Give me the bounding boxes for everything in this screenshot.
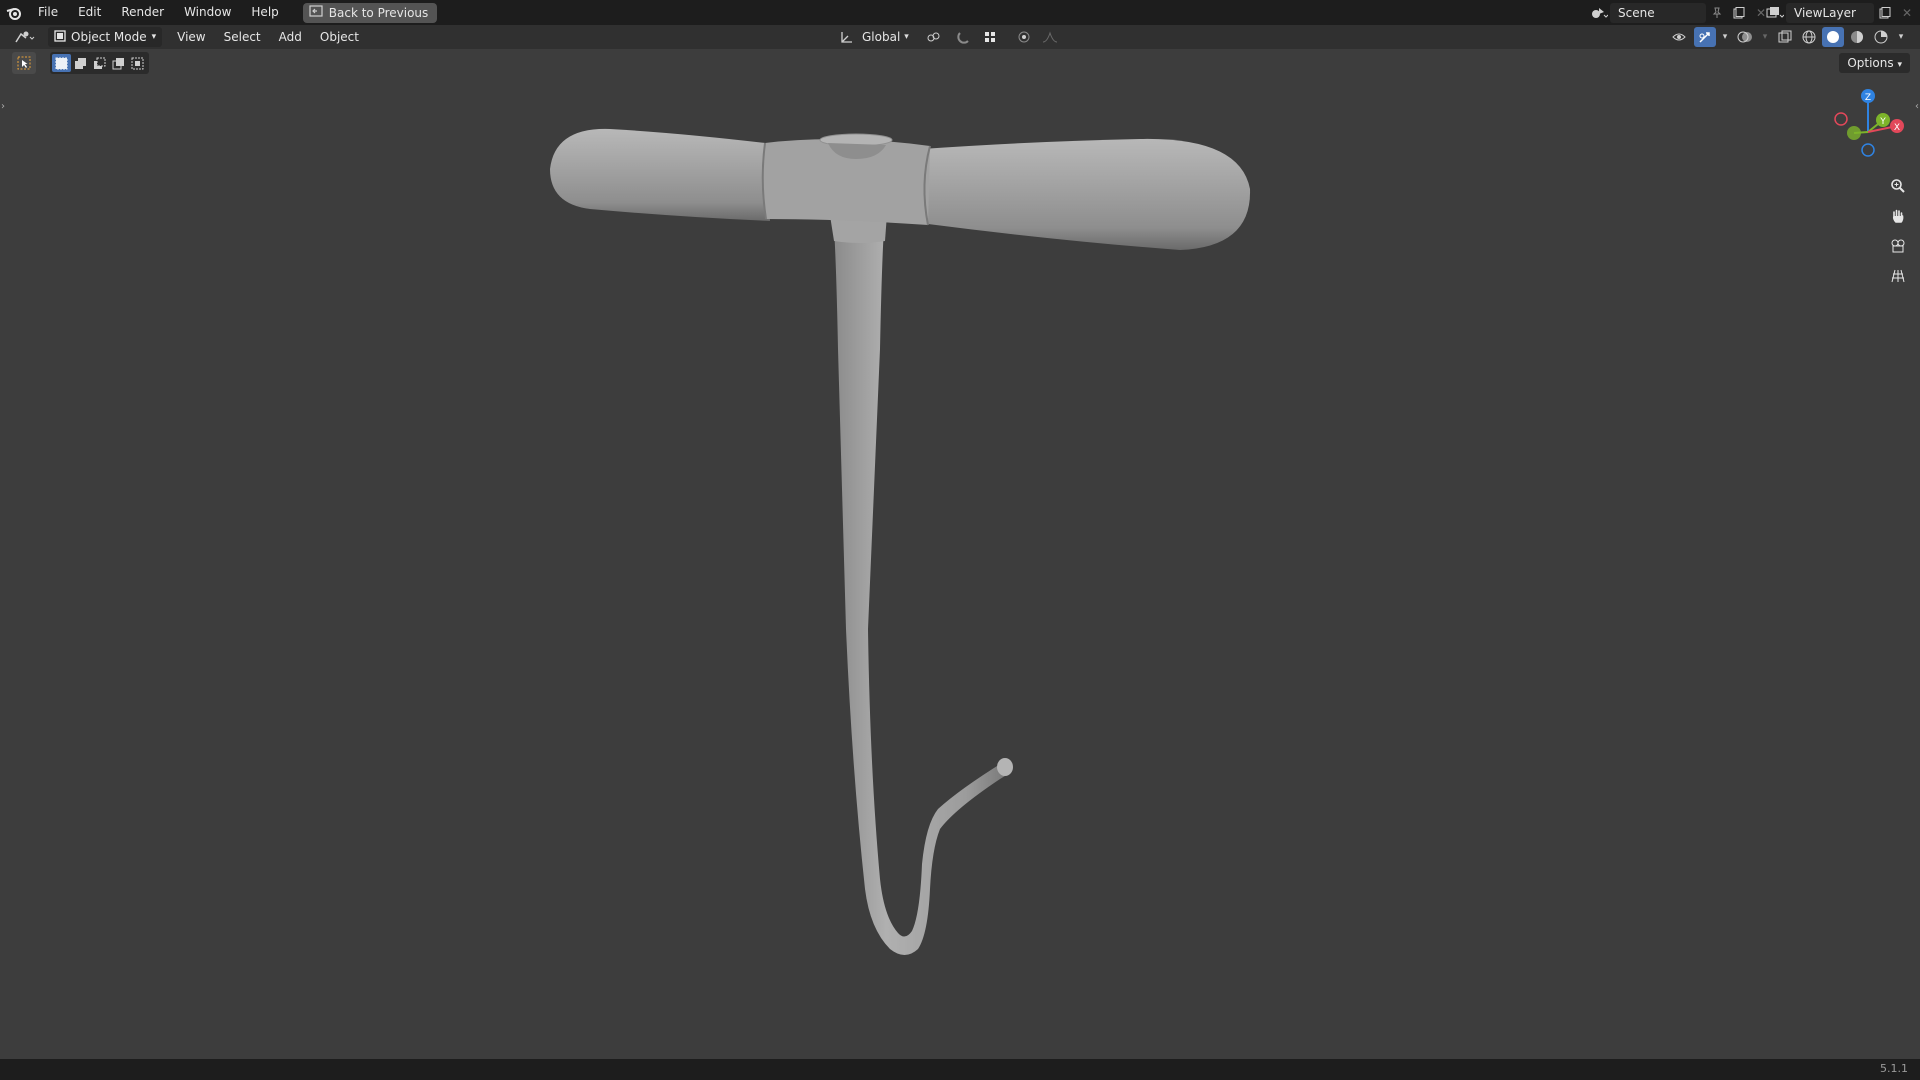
viewport-display-tools: ▾ ▾ ▾	[1670, 27, 1908, 47]
object-mode-icon	[54, 29, 66, 45]
scene-name-field[interactable]: Scene	[1610, 2, 1706, 23]
view-layer-name-field[interactable]: ViewLayer	[1786, 2, 1874, 23]
visibility-icon[interactable]	[1670, 27, 1692, 47]
navigation-gizmo[interactable]: Z Y X	[1826, 84, 1906, 174]
snap-toggle-icon[interactable]	[953, 27, 975, 47]
xray-icon[interactable]	[1774, 27, 1796, 47]
select-extend-icon[interactable]	[71, 54, 90, 72]
menu-render[interactable]: Render	[111, 0, 174, 25]
pivot-point-icon[interactable]	[923, 27, 945, 47]
back-button-label: Back to Previous	[328, 5, 429, 20]
menu-window[interactable]: Window	[174, 0, 241, 25]
sidebar-expand-icon[interactable]: ‹	[1915, 101, 1919, 112]
gizmo-toggle-icon[interactable]	[1694, 27, 1716, 47]
chevron-down-icon[interactable]: ▾	[1894, 27, 1908, 47]
view-layer-icon[interactable]	[1764, 3, 1786, 23]
menu-view[interactable]: View	[168, 25, 214, 49]
gizmo-z-label: Z	[1865, 93, 1871, 103]
hand-pan-icon[interactable]	[1886, 204, 1910, 228]
chevron-down-icon: ▾	[904, 32, 909, 42]
select-new-icon[interactable]	[52, 54, 71, 72]
snap-target-icon[interactable]	[979, 27, 1001, 47]
toolbar-expand-icon[interactable]: ›	[1, 101, 5, 112]
view-layer-selector: ViewLayer ✕	[1764, 2, 1918, 23]
top-bar: File Edit Render Window Help Back to Pre…	[0, 0, 1920, 25]
falloff-curve-icon[interactable]	[1039, 27, 1061, 47]
viewport-canvas	[550, 128, 1251, 955]
transform-orientation-dropdown[interactable]: Global	[862, 30, 900, 44]
object-mode-label: Object Mode	[71, 30, 147, 44]
object-mode-dropdown[interactable]: Object Mode ▾	[48, 27, 163, 47]
tool-3d-model[interactable]	[550, 128, 1251, 955]
grid-ortho-icon[interactable]	[1886, 264, 1910, 288]
overlays-icon[interactable]	[1734, 27, 1756, 47]
zoom-icon[interactable]	[1886, 174, 1910, 198]
scene-selector: Scene ✕	[1588, 2, 1772, 23]
blender-logo-icon[interactable]	[0, 0, 28, 25]
transform-orientation-icon[interactable]	[836, 27, 858, 47]
chevron-down-icon: ▾	[1897, 60, 1902, 70]
proportional-editing-icon[interactable]	[1013, 27, 1035, 47]
tool-settings-row	[12, 52, 149, 74]
menu-help[interactable]: Help	[241, 0, 288, 25]
wireframe-shading-icon[interactable]	[1798, 27, 1820, 47]
3d-viewport[interactable]: Z Y X › ‹	[0, 49, 1920, 1059]
new-scene-icon[interactable]	[1728, 3, 1750, 23]
menu-file[interactable]: File	[28, 0, 68, 25]
solid-shading-icon[interactable]	[1822, 27, 1844, 47]
new-view-layer-icon[interactable]	[1874, 3, 1896, 23]
options-label: Options	[1847, 56, 1894, 70]
options-dropdown[interactable]: Options ▾	[1839, 53, 1910, 73]
select-subtract-icon[interactable]	[90, 54, 109, 72]
menu-select[interactable]: Select	[215, 25, 270, 49]
back-icon	[309, 5, 323, 20]
gizmo-y-label: Y	[1879, 117, 1886, 127]
gizmo-x-label: X	[1894, 123, 1900, 133]
menu-edit[interactable]: Edit	[68, 0, 111, 25]
camera-view-icon[interactable]	[1886, 234, 1910, 258]
back-to-previous-button[interactable]: Back to Previous	[302, 2, 438, 23]
editor-type-icon[interactable]	[10, 27, 40, 47]
status-bar: 5.1.1	[0, 1059, 1920, 1080]
pin-icon[interactable]	[1706, 3, 1728, 23]
menu-object[interactable]: Object	[311, 25, 368, 49]
version-label: 5.1.1	[1880, 1062, 1908, 1075]
select-intersect-icon[interactable]	[128, 54, 147, 72]
chevron-down-icon: ▾	[151, 32, 157, 42]
material-preview-icon[interactable]	[1846, 27, 1868, 47]
rendered-shading-icon[interactable]	[1870, 27, 1892, 47]
select-tool-icon[interactable]	[12, 52, 36, 74]
select-invert-icon[interactable]	[109, 54, 128, 72]
scene-icon[interactable]	[1588, 3, 1610, 23]
selection-mode-group	[50, 52, 149, 74]
transform-tools: Global ▾	[836, 27, 1061, 47]
menu-add[interactable]: Add	[270, 25, 311, 49]
chevron-down-icon[interactable]: ▾	[1758, 27, 1772, 47]
chevron-down-icon[interactable]: ▾	[1718, 27, 1732, 47]
close-view-layer-icon[interactable]: ✕	[1896, 3, 1918, 23]
